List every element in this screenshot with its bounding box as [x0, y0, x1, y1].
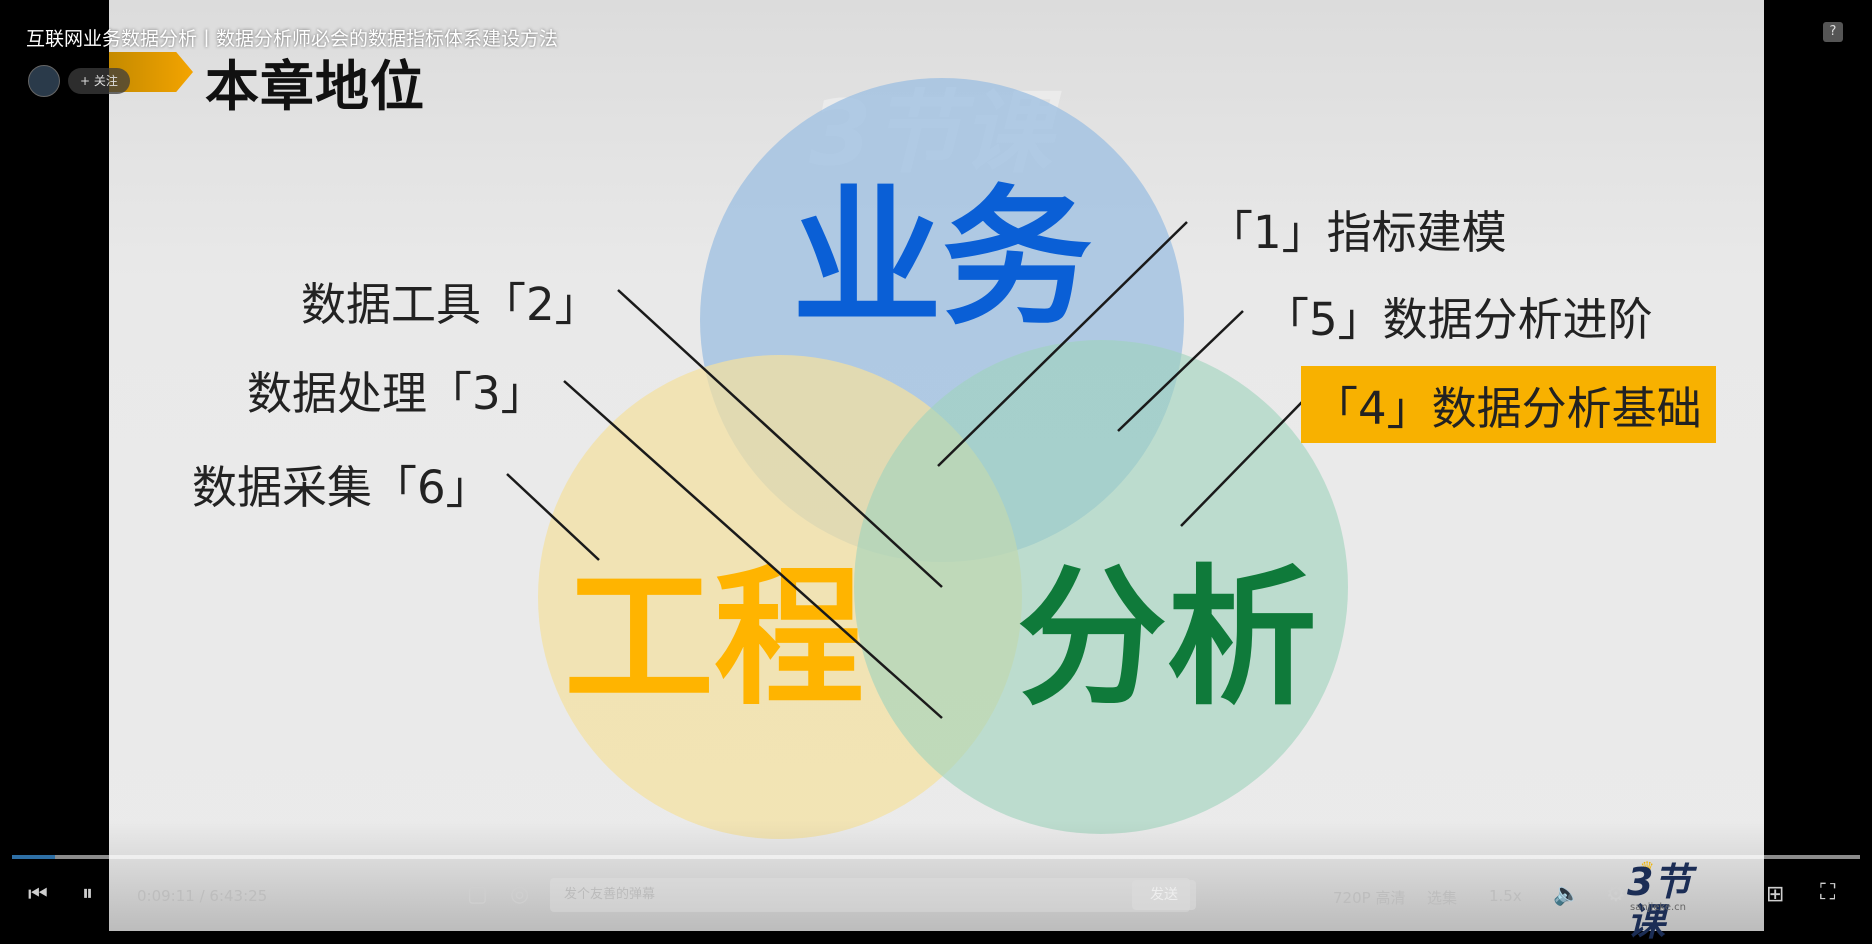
label-3-data-processing: 数据处理「3」 — [247, 367, 546, 420]
analysis-circle-label: 分析 — [1017, 552, 1317, 726]
brand-domain: sanjieke.cn — [1630, 902, 1686, 913]
camera-icon[interactable]: ◎ — [510, 882, 529, 907]
previous-icon[interactable]: ⏮ — [28, 882, 48, 907]
label-5-advanced-analysis: 「5」数据分析进阶 — [1264, 293, 1653, 346]
engineering-circle-label: 工程 — [564, 552, 864, 726]
danmaku-input[interactable]: 发个友善的弹幕 — [550, 878, 1190, 912]
fullscreen-icon[interactable]: ⛶ — [1820, 880, 1835, 905]
send-button[interactable]: 发送 — [1132, 880, 1196, 910]
uploader-avatar[interactable] — [28, 65, 60, 97]
label-2-data-tools: 数据工具「2」 — [301, 278, 600, 331]
label-6-data-collection: 数据采集「6」 — [192, 461, 491, 514]
time-display: 0:09:11 / 6:43:25 — [137, 887, 268, 905]
volume-icon[interactable]: 🔈 — [1553, 882, 1580, 907]
slide-frame: 本章地位 3节课 业务 工程 分析 「1」指标建模 「5」数据分析进阶 「4」数… — [109, 0, 1764, 931]
wide-mode-icon[interactable]: ⊞ — [1766, 882, 1784, 907]
quality-selector[interactable]: 720P 高清 — [1333, 887, 1405, 908]
progress-bar[interactable] — [12, 855, 1860, 859]
uploader-info: + 关注 — [28, 65, 130, 97]
settings-gear-icon[interactable]: ⚙ — [1606, 882, 1626, 907]
pause-icon[interactable]: ⏸ — [82, 881, 93, 906]
player-control-bar — [0, 820, 1872, 931]
label-4-analysis-basics: 「4」数据分析基础 — [1301, 366, 1716, 443]
label-1-indicator-modeling: 「1」指标建模 — [1208, 206, 1507, 259]
progress-bar-fill — [12, 855, 55, 859]
help-icon[interactable]: ? — [1823, 22, 1843, 42]
follow-button[interactable]: + 关注 — [68, 68, 130, 94]
screenshot-icon[interactable]: ▢ — [467, 882, 488, 907]
episodes-button[interactable]: 选集 — [1427, 887, 1457, 908]
speed-selector[interactable]: 1.5x — [1489, 887, 1522, 905]
business-circle-label: 业务 — [792, 172, 1092, 346]
video-title[interactable]: 互联网业务数据分析丨数据分析师必会的数据指标体系建设方法 — [26, 24, 558, 51]
